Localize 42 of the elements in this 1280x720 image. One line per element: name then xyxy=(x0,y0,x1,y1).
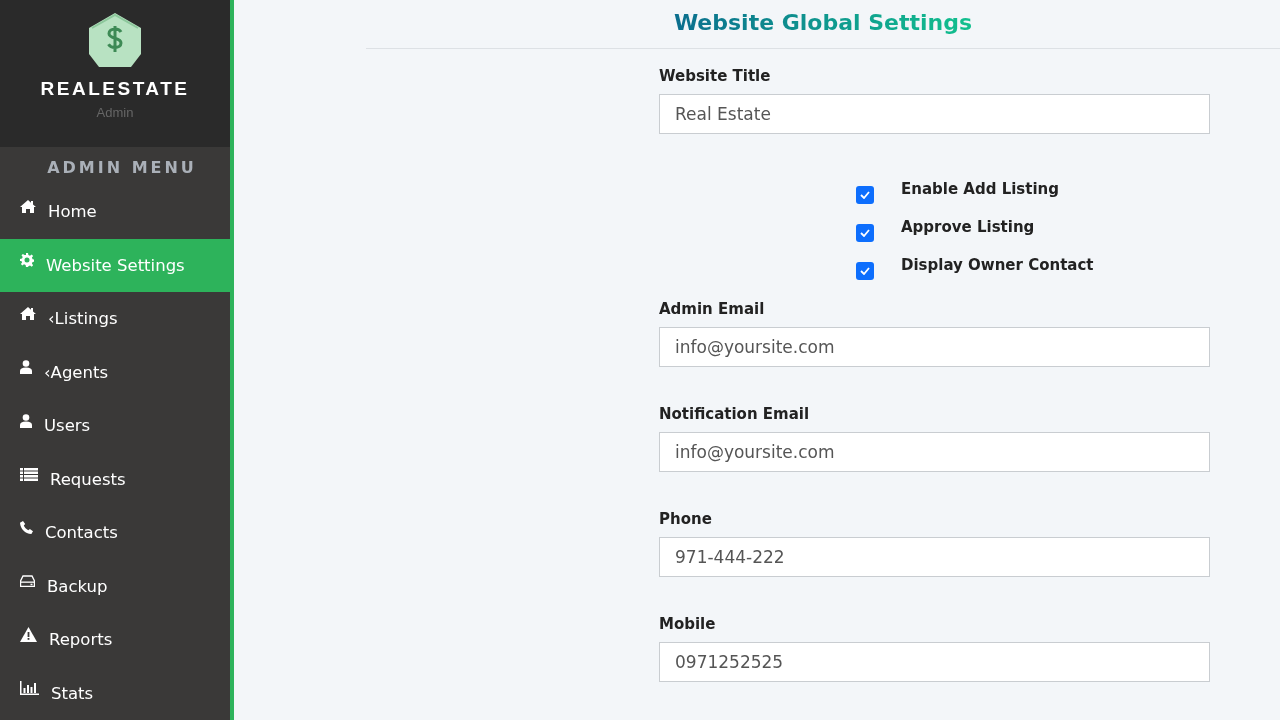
checkbox[interactable] xyxy=(856,186,874,204)
text-field[interactable]: Real Estate xyxy=(659,94,1210,134)
menu-item[interactable]: Stats xyxy=(0,666,230,720)
menu-item[interactable]: Backup xyxy=(0,559,230,613)
menu-item[interactable]: Reports xyxy=(0,613,230,667)
user-icon xyxy=(20,360,32,375)
logo-icon xyxy=(88,12,142,68)
check-icon xyxy=(860,191,870,199)
user-icon xyxy=(20,413,32,428)
field-label: Admin Email xyxy=(659,300,766,318)
text-field[interactable]: info@yoursite.com xyxy=(659,327,1210,367)
home-icon xyxy=(20,307,36,321)
field-label: Mobile xyxy=(659,615,717,633)
warning-icon xyxy=(20,627,37,643)
home-icon xyxy=(20,200,36,214)
list-icon xyxy=(20,467,38,481)
menu-item[interactable]: Home xyxy=(0,185,230,239)
checkbox[interactable] xyxy=(856,262,874,280)
check-icon xyxy=(860,267,870,275)
menu-heading: ADMIN MENU xyxy=(46,157,198,179)
checkbox-label: Enable Add Listing xyxy=(901,180,1059,198)
bar-chart-icon xyxy=(20,681,39,696)
menu-item[interactable]: Contacts xyxy=(0,506,230,560)
menu-item[interactable]: Requests xyxy=(0,452,230,506)
text-field[interactable]: info@yoursite.com xyxy=(659,432,1210,472)
brand-name: REALESTATE xyxy=(40,78,190,100)
field-label: Phone xyxy=(659,510,713,528)
phone-icon xyxy=(20,521,33,535)
text-field[interactable]: 0971252525 xyxy=(659,642,1210,682)
checkbox-label: Approve Listing xyxy=(901,218,1035,236)
text-field[interactable]: 971-444-222 xyxy=(659,537,1210,577)
field-label: Website Title xyxy=(659,67,772,85)
checkbox-label: Display Owner Contact xyxy=(901,256,1094,274)
drive-icon xyxy=(20,575,35,588)
menu-item[interactable]: ‹Agents xyxy=(0,345,230,399)
field-label: Notification Email xyxy=(659,405,811,423)
menu-item[interactable]: Users xyxy=(0,399,230,453)
gear-icon xyxy=(20,253,34,268)
menu-item[interactable]: ‹Listings xyxy=(0,292,230,346)
brand-subtitle: Admin xyxy=(96,105,134,120)
check-icon xyxy=(860,229,870,237)
checkbox[interactable] xyxy=(856,224,874,242)
